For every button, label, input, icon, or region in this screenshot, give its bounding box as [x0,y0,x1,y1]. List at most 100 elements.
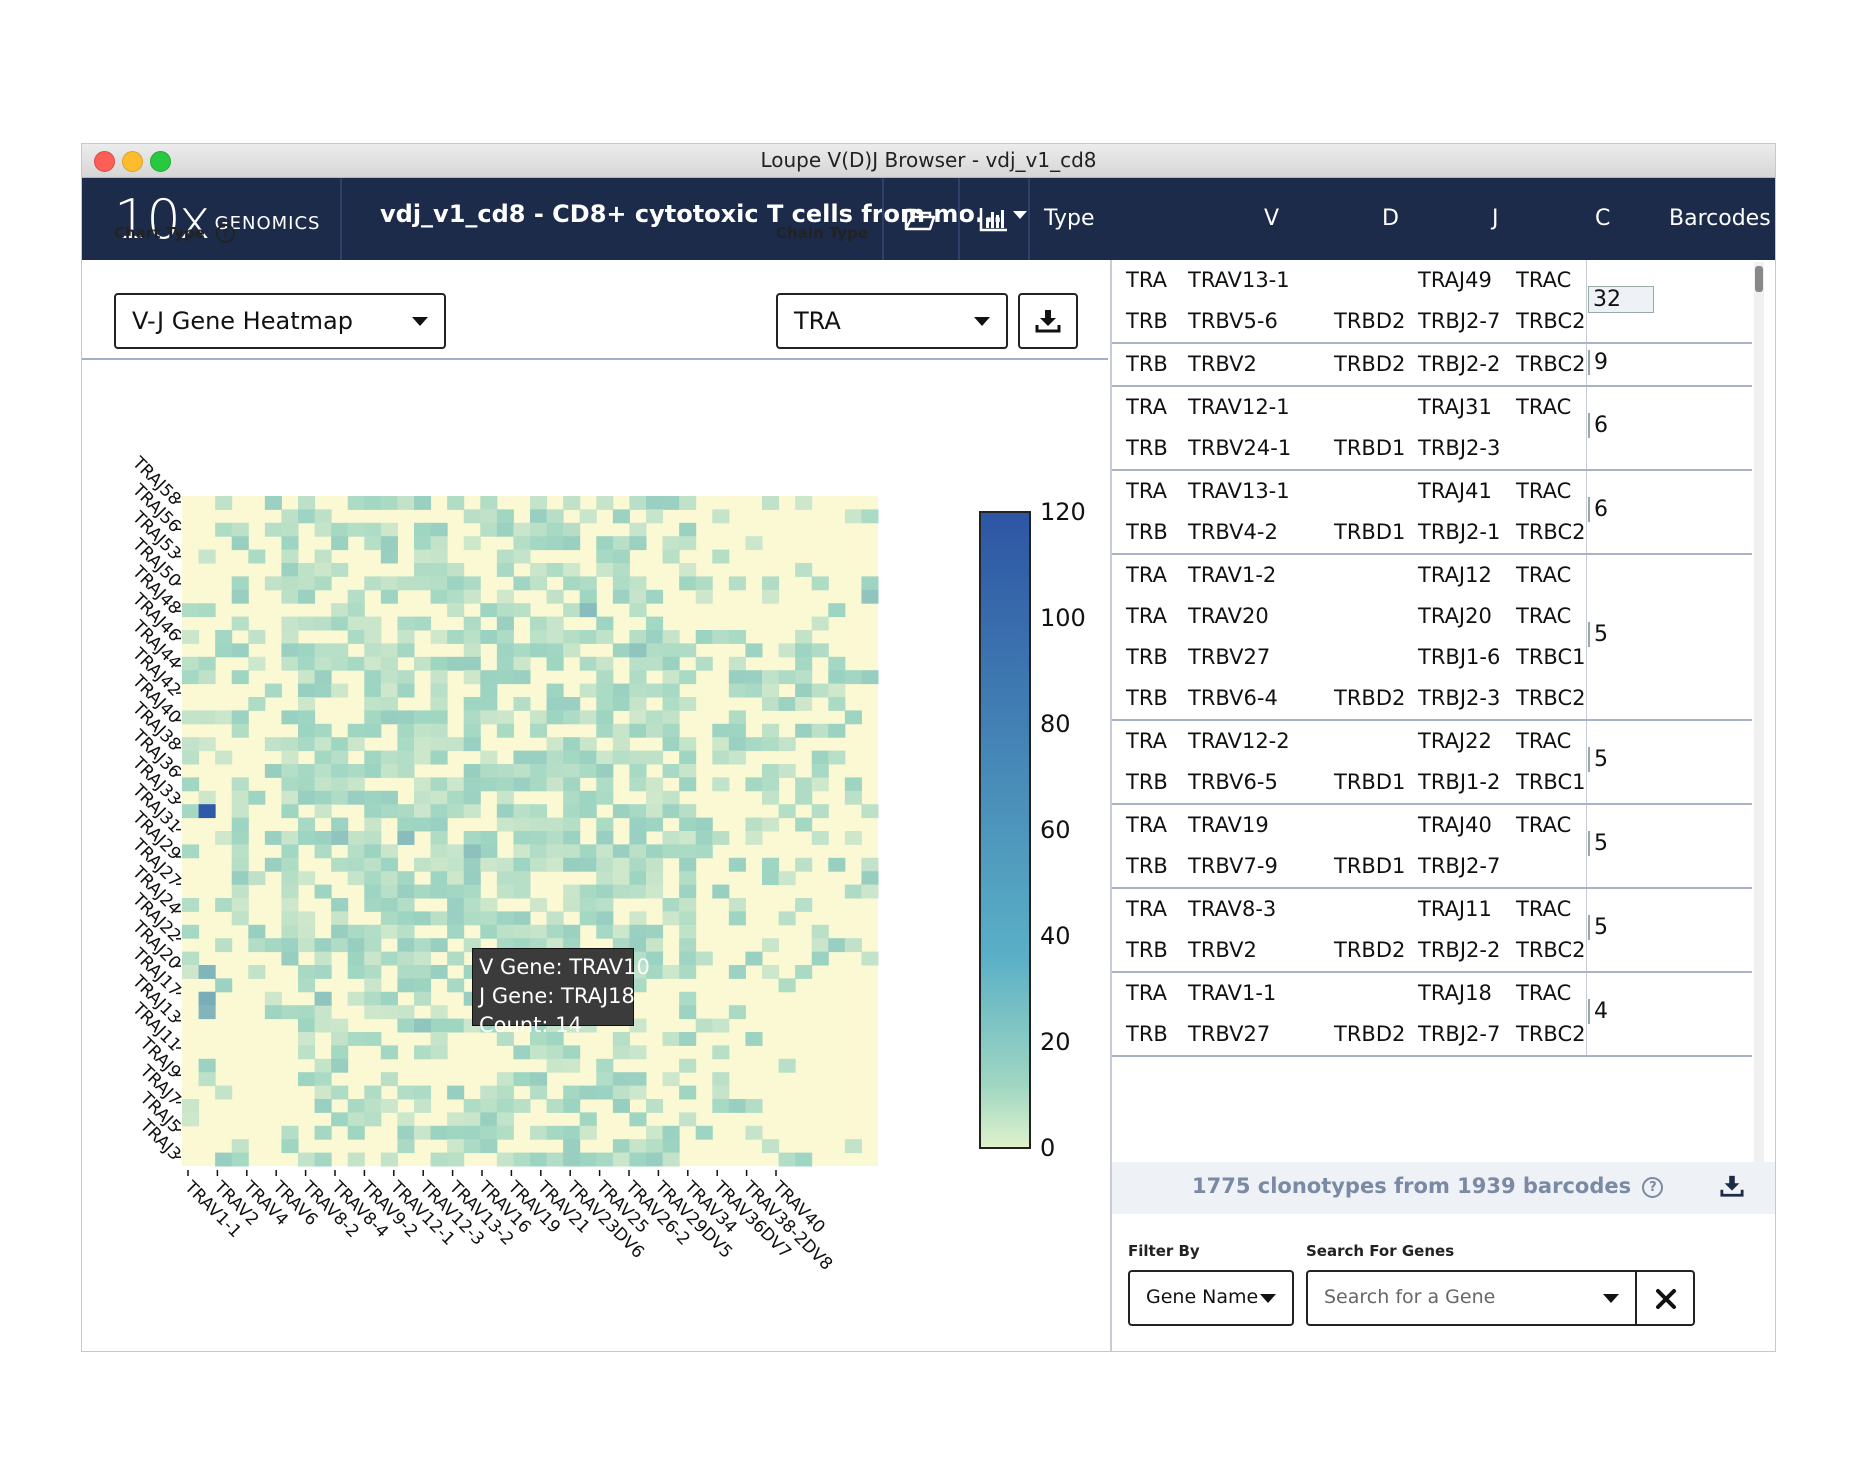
heatmap-cell[interactable] [331,616,349,631]
heatmap-cell[interactable] [745,831,763,845]
heatmap-cell[interactable] [513,1045,531,1060]
heatmap-cell[interactable] [695,1125,713,1140]
heatmap-cell[interactable] [861,884,879,899]
heatmap-cell[interactable] [679,496,697,510]
heatmap-cell[interactable] [364,857,382,872]
heatmap-cell[interactable] [695,656,713,671]
heatmap-cell[interactable] [828,603,846,618]
heatmap-cell[interactable] [811,924,829,939]
heatmap-cell[interactable] [629,589,647,604]
heatmap-cell[interactable] [364,616,382,631]
heatmap-cell[interactable] [546,831,564,845]
heatmap-cell[interactable] [380,764,398,778]
heatmap-cell[interactable] [629,1045,647,1060]
heatmap-cell[interactable] [198,1072,216,1087]
heatmap-cell[interactable] [264,764,282,778]
heatmap-cell[interactable] [795,697,813,711]
heatmap-cell[interactable] [264,1005,282,1020]
heatmap-cell[interactable] [662,723,680,738]
heatmap-cell[interactable] [281,616,299,631]
heatmap-cell[interactable] [215,710,233,725]
heatmap-cell[interactable] [347,723,365,738]
heatmap-cell[interactable] [679,965,697,979]
heatmap-cell[interactable] [629,1072,647,1087]
heatmap-cell[interactable] [596,683,614,698]
heatmap-cell[interactable] [414,804,432,819]
heatmap-cell[interactable] [762,737,780,752]
heatmap-cell[interactable] [662,804,680,819]
heatmap-cell[interactable] [513,831,531,845]
heatmap-cell[interactable] [861,509,879,524]
heatmap-cell[interactable] [347,522,365,537]
heatmap-cell[interactable] [795,1152,813,1167]
heatmap-cell[interactable] [795,683,813,698]
heatmap-cell[interactable] [646,1099,664,1113]
heatmap-cell[interactable] [463,710,481,725]
heatmap-cell[interactable] [712,831,730,845]
heatmap-cell[interactable] [182,737,200,752]
heatmap-cell[interactable] [844,777,862,792]
heatmap-cell[interactable] [331,1112,349,1127]
heatmap-cell[interactable] [762,683,780,698]
heatmap-cell[interactable] [596,817,614,832]
heatmap-cell[interactable] [231,777,249,792]
heatmap-cell[interactable] [596,884,614,899]
heatmap-cell[interactable] [662,683,680,698]
heatmap-cell[interactable] [380,844,398,859]
heatmap-cell[interactable] [298,911,316,926]
heatmap-cell[interactable] [728,898,746,912]
heatmap-cell[interactable] [480,764,498,778]
heatmap-cell[interactable] [762,764,780,778]
heatmap-cell[interactable] [679,1005,697,1020]
heatmap-cell[interactable] [861,951,879,966]
heatmap-cell[interactable] [629,723,647,738]
heatmap-cell[interactable] [546,522,564,537]
heatmap-cell[interactable] [447,924,465,939]
heatmap-cell[interactable] [861,857,879,872]
heatmap-cell[interactable] [629,764,647,778]
heatmap-cell[interactable] [530,496,548,510]
heatmap-cell[interactable] [215,831,233,845]
heatmap-cell[interactable] [264,857,282,872]
heatmap-cell[interactable] [563,643,581,658]
heatmap-cell[interactable] [762,1139,780,1154]
heatmap-cell[interactable] [314,522,332,537]
heatmap-cell[interactable] [364,991,382,1006]
heatmap-cell[interactable] [513,603,531,618]
heatmap-cell[interactable] [844,790,862,805]
heatmap-cell[interactable] [662,831,680,845]
heatmap-cell[interactable] [745,1099,763,1113]
heatmap-cell[interactable] [414,965,432,979]
heatmap-cell[interactable] [745,777,763,792]
heatmap-cell[interactable] [646,683,664,698]
heatmap-cell[interactable] [496,630,514,644]
heatmap-cell[interactable] [281,777,299,792]
heatmap-cell[interactable] [430,563,448,577]
help-icon[interactable]: ? [1642,1176,1664,1198]
heatmap-cell[interactable] [546,643,564,658]
heatmap-cell[interactable] [679,563,697,577]
heatmap-cell[interactable] [264,831,282,845]
heatmap-cell[interactable] [596,1058,614,1073]
heatmap-cell[interactable] [579,576,597,591]
heatmap-cell[interactable] [447,576,465,591]
heatmap-cell[interactable] [662,790,680,805]
heatmap-cell[interactable] [496,817,514,832]
heatmap-cell[interactable] [646,844,664,859]
heatmap-cell[interactable] [480,777,498,792]
heatmap-cell[interactable] [728,1005,746,1020]
heatmap-cell[interactable] [530,857,548,872]
heatmap-cell[interactable] [215,496,233,510]
heatmap-cell[interactable] [629,670,647,685]
heatmap-cell[interactable] [596,563,614,577]
heatmap-cell[interactable] [414,616,432,631]
heatmap-cell[interactable] [480,911,498,926]
heatmap-cell[interactable] [463,777,481,792]
heatmap-cell[interactable] [778,697,796,711]
heatmap-cell[interactable] [596,496,614,510]
heatmap-cell[interactable] [695,817,713,832]
heatmap-cell[interactable] [447,1018,465,1033]
heatmap-cell[interactable] [380,1072,398,1087]
heatmap-cell[interactable] [811,616,829,631]
heatmap-cell[interactable] [646,804,664,819]
